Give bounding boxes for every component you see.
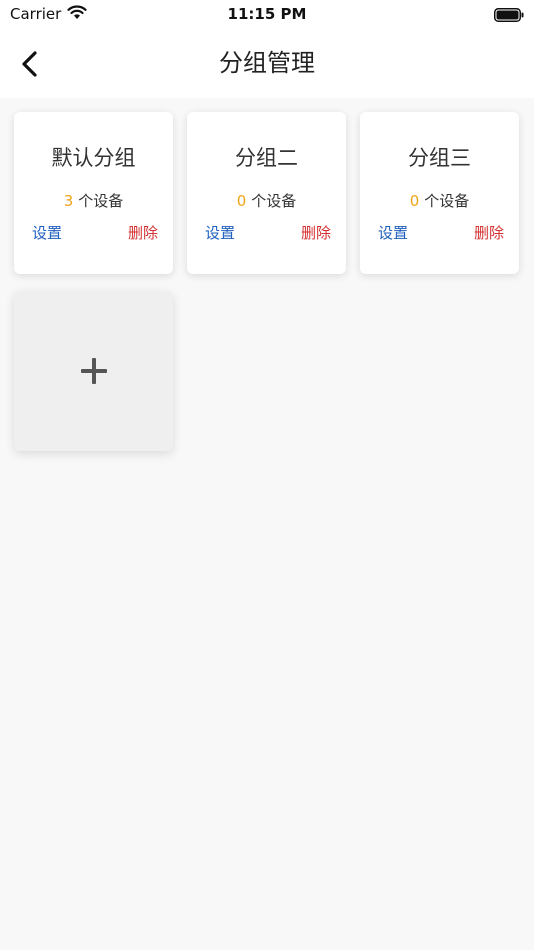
settings-button[interactable]: 设置 bbox=[378, 222, 408, 243]
add-group-button[interactable] bbox=[14, 291, 173, 451]
device-count-number: 3 bbox=[63, 192, 74, 210]
group-name: 分组三 bbox=[408, 146, 471, 170]
device-count-suffix: 个设备 bbox=[424, 192, 470, 210]
status-bar: Carrier 11:15 PM bbox=[0, 0, 534, 30]
group-management-screen: Carrier 11:15 PM 分组管理 默认分组 3 个设备 设置 删除 分… bbox=[0, 0, 534, 950]
group-name: 分组二 bbox=[235, 146, 298, 170]
device-count-number: 0 bbox=[236, 192, 247, 210]
device-count-suffix: 个设备 bbox=[251, 192, 297, 210]
page-title: 分组管理 bbox=[219, 49, 315, 77]
delete-button[interactable]: 删除 bbox=[128, 222, 158, 243]
group-name: 默认分组 bbox=[51, 146, 136, 170]
group-card: 默认分组 3 个设备 设置 删除 bbox=[14, 112, 173, 274]
settings-button[interactable]: 设置 bbox=[32, 222, 62, 243]
plus-icon bbox=[80, 358, 107, 384]
card-actions: 设置 删除 bbox=[360, 222, 519, 244]
group-card: 分组三 0 个设备 设置 删除 bbox=[360, 112, 519, 274]
device-count: 3 个设备 bbox=[14, 190, 173, 211]
delete-button[interactable]: 删除 bbox=[474, 222, 504, 243]
delete-button[interactable]: 删除 bbox=[301, 222, 331, 243]
group-card: 分组二 0 个设备 设置 删除 bbox=[187, 112, 346, 274]
nav-bar: 分组管理 bbox=[0, 30, 534, 98]
device-count-suffix: 个设备 bbox=[78, 192, 124, 210]
device-count: 0 个设备 bbox=[187, 190, 346, 211]
device-count-number: 0 bbox=[409, 192, 420, 210]
battery-icon bbox=[494, 7, 524, 22]
status-time: 11:15 PM bbox=[227, 5, 307, 23]
card-actions: 设置 删除 bbox=[14, 222, 173, 244]
device-count: 0 个设备 bbox=[360, 190, 519, 211]
settings-button[interactable]: 设置 bbox=[205, 222, 235, 243]
card-actions: 设置 删除 bbox=[187, 222, 346, 244]
